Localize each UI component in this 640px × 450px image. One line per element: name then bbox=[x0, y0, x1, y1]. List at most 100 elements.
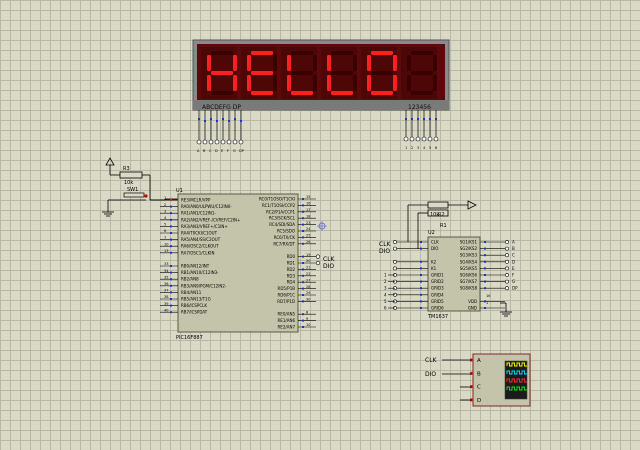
mcu-pin-label: RB2/AN8 bbox=[181, 277, 199, 282]
mcu-pin-label: RB6/ICSPCLK bbox=[181, 303, 207, 308]
pin-number: 35 bbox=[164, 275, 168, 279]
mcu-pin-label: RC3/SCK/SCL bbox=[269, 216, 296, 221]
pin-number: 6 bbox=[164, 229, 166, 233]
pin-terminal[interactable] bbox=[409, 136, 415, 142]
pin-net-label: E bbox=[221, 149, 223, 153]
driver-terminal[interactable] bbox=[505, 273, 509, 277]
pin-state bbox=[228, 120, 230, 122]
segment-c bbox=[273, 75, 277, 91]
pin-state bbox=[198, 118, 200, 120]
segment-a bbox=[211, 51, 233, 55]
mcu-terminal[interactable] bbox=[315, 260, 321, 266]
mcu-pin-label: RD4 bbox=[287, 280, 296, 285]
pin-terminal[interactable] bbox=[226, 139, 232, 145]
driver-terminal[interactable] bbox=[393, 240, 397, 244]
pin-terminal[interactable] bbox=[421, 136, 427, 142]
driver-terminal[interactable] bbox=[505, 253, 509, 258]
push-button-switch[interactable] bbox=[123, 192, 145, 198]
driver-pin-label: SG5/KS5 bbox=[460, 266, 478, 271]
resistor-r3[interactable] bbox=[119, 171, 143, 179]
mcu-pin-label: RA5/AN4/SS/C2OUT bbox=[181, 237, 221, 242]
switch-indicator bbox=[144, 194, 148, 198]
driver-pin-label: VDD bbox=[468, 299, 477, 304]
pin-number: 1 bbox=[164, 196, 166, 200]
driver-terminal[interactable] bbox=[505, 246, 509, 251]
pin-state bbox=[216, 120, 218, 122]
segment-g bbox=[331, 71, 353, 75]
pin-terminal[interactable] bbox=[433, 136, 439, 142]
mcu-pin-label: RA2/AN2/VREF-/CVREF/C2IN+ bbox=[181, 217, 240, 222]
pin-terminal[interactable] bbox=[403, 136, 409, 142]
pin-terminal[interactable] bbox=[196, 139, 202, 145]
pin-terminal[interactable] bbox=[232, 139, 238, 145]
pin-number: 9 bbox=[306, 317, 308, 321]
schematic-canvas[interactable]: ABCDEFG DP 123456 A B C D E F G DP 123456 R3 10… bbox=[0, 0, 640, 450]
pin-net-label: 4 bbox=[423, 146, 426, 150]
switch-ref: SW1 bbox=[127, 187, 138, 193]
segment-net-label: DP bbox=[512, 286, 518, 291]
driver-terminal[interactable] bbox=[505, 286, 509, 291]
pin-terminal[interactable] bbox=[202, 139, 208, 145]
driver-terminal[interactable] bbox=[505, 259, 509, 264]
segment-d bbox=[411, 91, 433, 95]
pin-number: 36 bbox=[164, 282, 168, 286]
pin-state bbox=[302, 287, 304, 290]
digit-4 bbox=[321, 47, 357, 99]
pin-state bbox=[302, 300, 304, 303]
mcu-pin-label: RD5/P1B bbox=[278, 286, 296, 291]
driver-terminal[interactable] bbox=[505, 266, 509, 271]
driver-terminal[interactable] bbox=[393, 259, 397, 264]
segment-c bbox=[433, 75, 437, 91]
digit-6 bbox=[401, 47, 437, 99]
segment-c bbox=[393, 75, 397, 91]
oscilloscope[interactable]: A B C D CLK DIO bbox=[425, 353, 531, 407]
mcu-terminal[interactable] bbox=[315, 254, 321, 259]
mcu-pin-label: RC6/TX/CK bbox=[274, 235, 296, 240]
pin-state bbox=[170, 278, 172, 281]
mcu-net-dio: DIO bbox=[323, 263, 334, 270]
reset-circuit[interactable]: R3 10k SW1 bbox=[102, 157, 178, 217]
pin-terminal[interactable] bbox=[220, 139, 226, 145]
segment-g bbox=[211, 71, 233, 75]
resistor-r2-ref: R2 bbox=[438, 212, 445, 218]
segment-net-label: G bbox=[512, 279, 515, 284]
tm1637-driver[interactable]: 10k R2 R1 U2 TM1637 CLK DIO CLKDIOK2K1GR… bbox=[379, 200, 518, 320]
pin-net-label: DP bbox=[239, 149, 244, 153]
grid-net-label: 4 bbox=[384, 292, 387, 297]
pin-terminal[interactable] bbox=[427, 136, 433, 142]
driver-pin-label: GND bbox=[468, 306, 477, 311]
driver-terminal[interactable] bbox=[393, 246, 397, 251]
segment-b bbox=[233, 55, 237, 71]
pin-state bbox=[204, 120, 206, 122]
segment-a bbox=[371, 51, 393, 55]
pin-state bbox=[170, 238, 172, 241]
driver-pin-label: GRID3 bbox=[431, 286, 444, 291]
segment-d bbox=[251, 91, 273, 95]
scope-channel-label: D bbox=[477, 398, 481, 404]
driver-terminal[interactable] bbox=[505, 279, 509, 284]
pin-state bbox=[170, 311, 172, 314]
pin-number: 40 bbox=[164, 308, 168, 312]
pin-terminal[interactable] bbox=[415, 136, 421, 142]
pin-terminal[interactable] bbox=[238, 139, 244, 145]
resistor-r3-ref: R3 bbox=[123, 166, 130, 172]
pic16f887-microcontroller[interactable]: U1 PIC16F887 1 RE3/MCLR/VPP 2 RA0/AN0/ULPWU… bbox=[160, 188, 336, 341]
pin-state bbox=[302, 255, 304, 258]
resistor-r1[interactable] bbox=[427, 201, 449, 209]
pin-state bbox=[429, 118, 431, 120]
driver-terminal[interactable] bbox=[393, 266, 397, 271]
pin-state bbox=[302, 236, 304, 239]
pin-number: 19 bbox=[306, 253, 310, 257]
seven-segment-display[interactable]: ABCDEFG DP 123456 A B C D E F G DP 123456 bbox=[192, 39, 450, 153]
segment-net-label: D bbox=[512, 259, 515, 264]
segment-net-label: F bbox=[512, 273, 515, 278]
pin-terminal[interactable] bbox=[214, 139, 220, 145]
pin-terminal[interactable] bbox=[208, 139, 214, 145]
pin-state bbox=[302, 313, 304, 316]
driver-terminal[interactable] bbox=[505, 240, 509, 244]
pin-number: 13 bbox=[164, 249, 168, 253]
pin-number: 7 bbox=[164, 236, 166, 240]
pin-number: 22 bbox=[306, 272, 310, 276]
segment-labels: ABCDEFG DP bbox=[202, 104, 241, 111]
segment-f bbox=[207, 55, 211, 71]
